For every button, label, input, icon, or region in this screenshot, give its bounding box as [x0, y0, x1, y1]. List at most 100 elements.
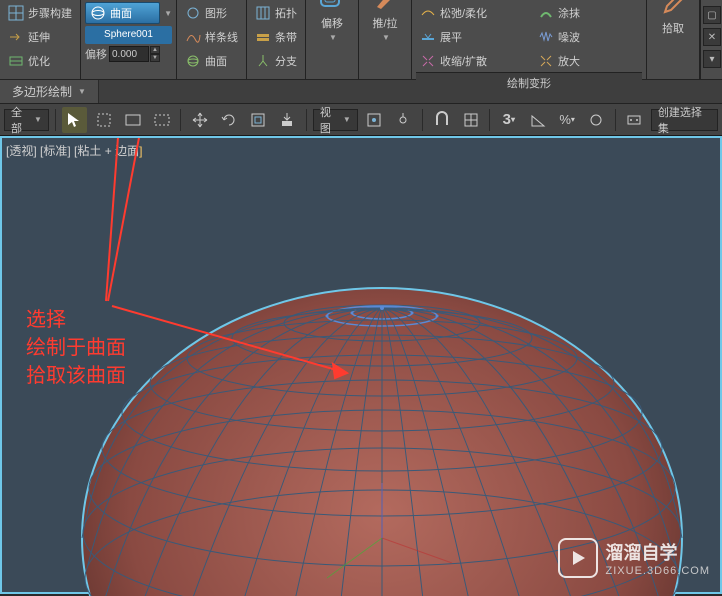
strip-icon [255, 29, 271, 45]
watermark-brand: 溜溜自学 [606, 539, 710, 565]
ribbon-group-pick: 拾取 [647, 0, 700, 79]
ribbon-group-offset: 偏移 ▼ [306, 0, 359, 79]
graphic-button[interactable]: 图形 [181, 2, 242, 24]
ribbon-group-build: 步骤构建 延伸 优化 [0, 0, 81, 79]
smudge-icon [538, 5, 554, 21]
spline-button[interactable]: 样条线 [181, 26, 242, 48]
offset-big-icon [318, 0, 346, 13]
step-build-button[interactable]: 步骤构建 [4, 2, 76, 24]
percent-snap-button[interactable]: %▾ [555, 107, 580, 133]
surface-label: 曲面 [110, 5, 132, 21]
surface2-button[interactable]: 曲面 [181, 50, 242, 72]
circle-icon [185, 5, 201, 21]
deform-group-title: 绘制变形 [416, 72, 642, 93]
eyedropper-icon [659, 0, 687, 18]
relax-button[interactable]: 松弛/柔化 [416, 2, 524, 24]
ribbon: 步骤构建 延伸 优化 曲面 ▼ Sphere001 偏移 [0, 0, 722, 80]
select-window-icon[interactable] [120, 107, 145, 133]
branch-button[interactable]: 分支 [251, 50, 301, 72]
spline-icon [185, 29, 201, 45]
select-object-button[interactable] [62, 107, 87, 133]
chevron-down-icon[interactable]: ▼ [78, 87, 86, 96]
snap-grid-button[interactable] [458, 107, 483, 133]
ribbon-controls: ▢ ✕ ▾ [700, 0, 722, 79]
optimize-label: 优化 [28, 53, 50, 69]
angle-snap-button[interactable] [525, 107, 550, 133]
create-selset-dropdown[interactable]: 创建选择集 [651, 109, 718, 131]
strip-button[interactable]: 条带 [251, 26, 301, 48]
relax-icon [420, 5, 436, 21]
surface2-label: 曲面 [205, 53, 227, 69]
surface-button[interactable]: 曲面 [85, 2, 160, 24]
refcoord-dropdown[interactable]: 视图▼ [313, 109, 358, 131]
viewport[interactable]: [透视] [标准] [粘土 + 边面] [0, 136, 722, 594]
topology-button[interactable]: 拓扑 [251, 2, 301, 24]
optimize-icon [8, 53, 24, 69]
topology-label: 拓扑 [275, 5, 297, 21]
pick-button[interactable]: 拾取 [651, 2, 695, 24]
extend-button[interactable]: 延伸 [4, 26, 76, 48]
brush-icon [371, 0, 399, 13]
snap-toggle-button[interactable] [429, 107, 454, 133]
play-icon [558, 538, 598, 578]
pushpull-button[interactable]: 推/拉 ▼ [363, 2, 407, 24]
step-build-label: 步骤构建 [28, 5, 72, 21]
ribbon-group-deform: 松弛/柔化 涂抹 展平 噪波 收缩/扩散 放大 绘制变形 [412, 0, 647, 79]
ribbon-help-icon[interactable]: ▾ [703, 50, 721, 68]
offset-big-button[interactable]: 偏移 ▼ [310, 2, 354, 24]
enlarge-icon [538, 53, 554, 69]
extend-icon [8, 29, 24, 45]
watermark-url: ZIXUE.3D66.COM [606, 565, 710, 577]
strip-label: 条带 [275, 29, 297, 45]
noise-icon [538, 29, 554, 45]
surface-object-field[interactable]: Sphere001 [85, 26, 172, 44]
pick-label: 拾取 [662, 20, 684, 36]
tab-polydraw[interactable]: 多边形绘制 ▼ [0, 80, 99, 103]
enlarge-button[interactable]: 放大 [534, 50, 642, 72]
branch-icon [255, 53, 271, 69]
move-button[interactable] [187, 107, 212, 133]
noise-button[interactable]: 噪波 [534, 26, 642, 48]
ribbon-close-icon[interactable]: ✕ [703, 28, 721, 46]
flatten-button[interactable]: 展平 [416, 26, 524, 48]
grid-icon [8, 5, 24, 21]
ribbon-group-topo: 拓扑 条带 分支 [247, 0, 306, 79]
pushpull-label: 推/拉 [372, 15, 397, 31]
surface-sm-icon [185, 53, 201, 69]
graphic-label: 图形 [205, 5, 227, 21]
scale-button[interactable] [246, 107, 271, 133]
pivot-button[interactable] [362, 107, 387, 133]
ribbon-group-pushpull: 推/拉 ▼ [359, 0, 412, 79]
placement-button[interactable] [275, 107, 300, 133]
offset-big-label: 偏移 [321, 15, 343, 31]
ribbon-group-surface: 曲面 ▼ Sphere001 偏移 ▲▼ [81, 0, 177, 79]
spinner-snap-button[interactable] [584, 107, 609, 133]
watermark: 溜溜自学 ZIXUE.3D66.COM [558, 538, 710, 578]
spin-up-icon[interactable]: ▲ [150, 46, 160, 54]
branch-label: 分支 [275, 53, 297, 69]
chevron-down-icon[interactable]: ▼ [164, 9, 172, 18]
named-selset-button[interactable] [622, 107, 647, 133]
manipulate-button[interactable] [391, 107, 416, 133]
shrink-icon [420, 53, 436, 69]
annotation-text: 选择 绘制于曲面 拾取该曲面 [26, 306, 126, 390]
shrink-expand-button[interactable]: 收缩/扩散 [416, 50, 524, 72]
chevron-down-icon[interactable]: ▼ [382, 33, 390, 42]
snap-3-button[interactable]: 3▾ [496, 107, 521, 133]
spline-label: 样条线 [205, 29, 238, 45]
select-crossing-icon[interactable] [149, 107, 174, 133]
ribbon-group-shapes: 图形 样条线 曲面 [177, 0, 247, 79]
chevron-down-icon[interactable]: ▼ [329, 33, 337, 42]
filter-dropdown[interactable]: 全部▼ [4, 109, 49, 131]
offset-input[interactable] [109, 46, 149, 62]
optimize-button[interactable]: 优化 [4, 50, 76, 72]
select-rect-icon[interactable] [91, 107, 116, 133]
spin-down-icon[interactable]: ▼ [150, 54, 160, 62]
rotate-button[interactable] [217, 107, 242, 133]
flatten-icon [420, 29, 436, 45]
offset-label: 偏移 [85, 46, 107, 62]
ribbon-minimize-icon[interactable]: ▢ [703, 6, 721, 24]
topology-icon [255, 5, 271, 21]
smudge-button[interactable]: 涂抹 [534, 2, 642, 24]
offset-spinner[interactable]: ▲▼ [109, 46, 160, 62]
